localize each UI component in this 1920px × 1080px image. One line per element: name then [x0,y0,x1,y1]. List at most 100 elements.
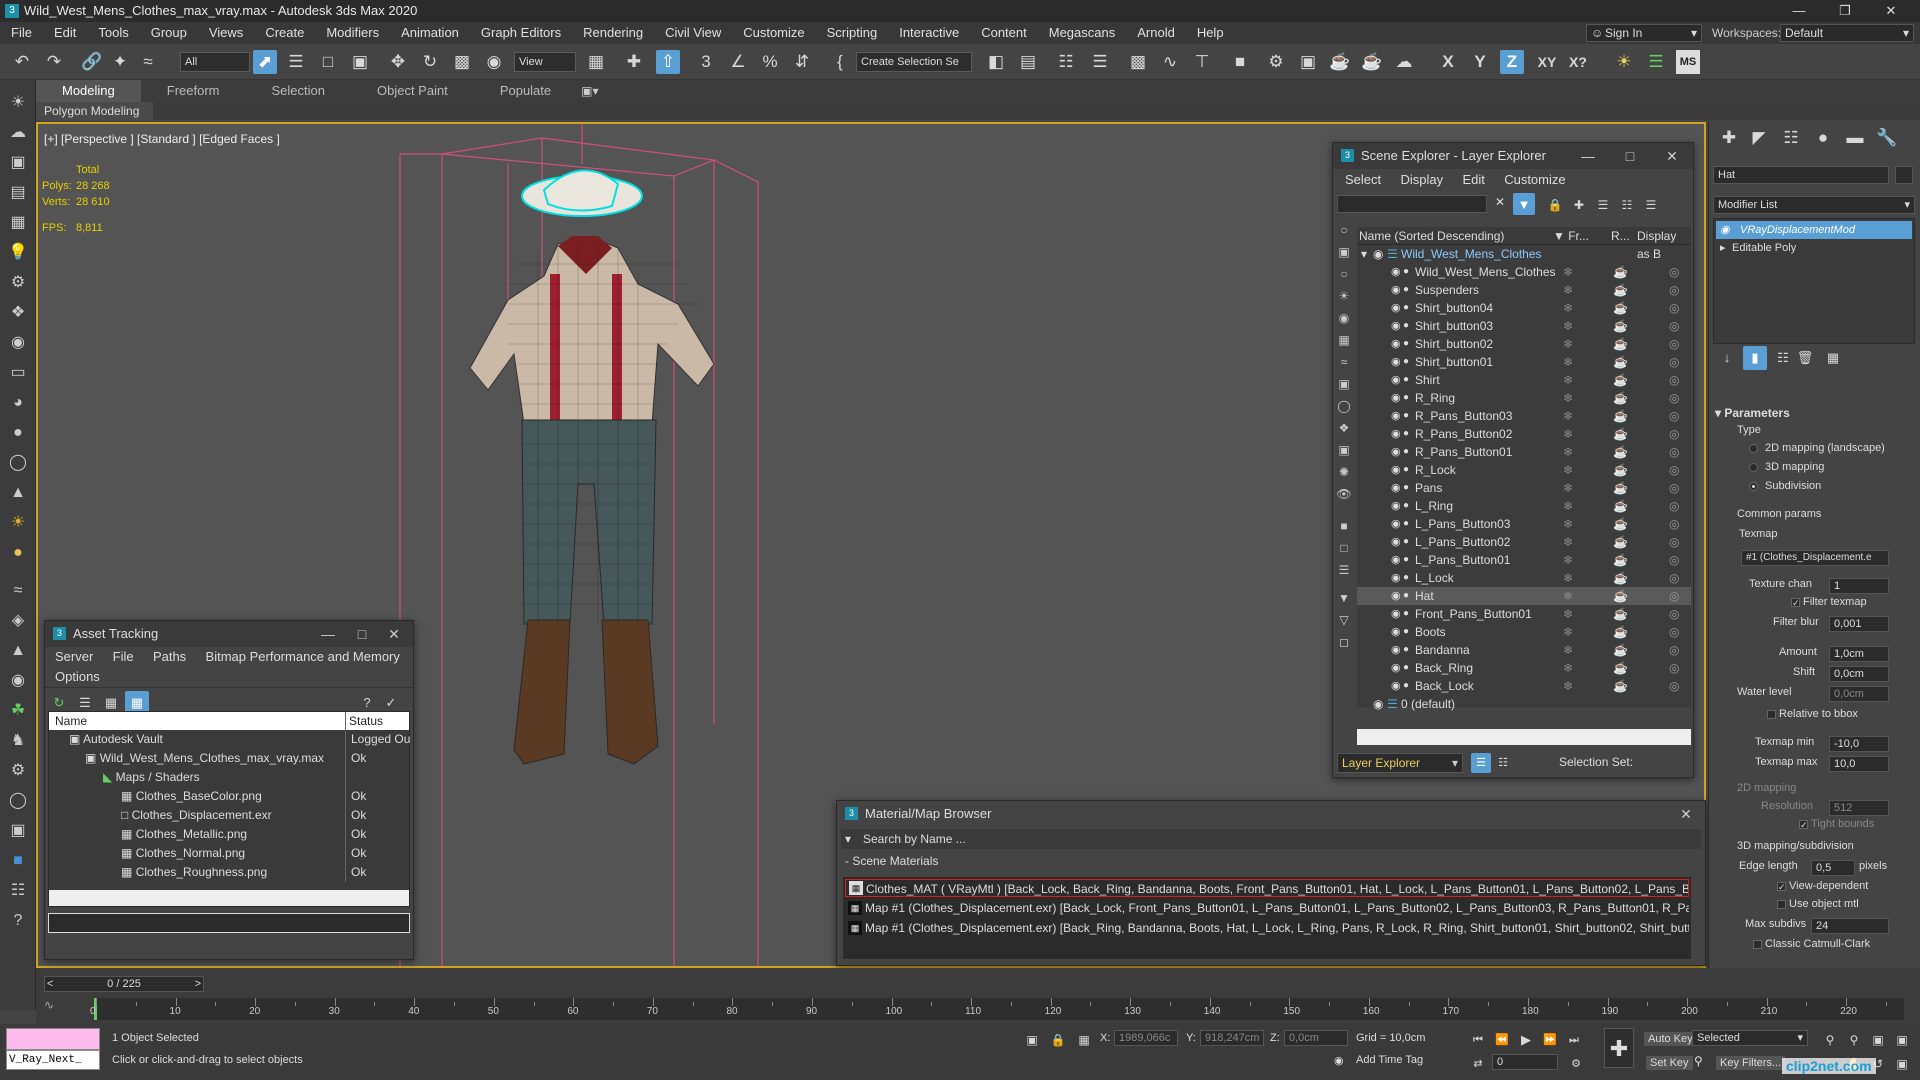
scene-object-row[interactable]: ◉ ● Bandanna ❄ ☕ ◎ [1357,641,1691,659]
close-button[interactable]: ✕ [1657,143,1687,169]
column-render[interactable]: R... [1611,227,1630,245]
scene-object-row[interactable]: ◉ ● Hat ❄ ☕ ◎ [1357,587,1691,605]
freeze-icon[interactable]: ❄ [1563,587,1573,605]
selected-dropdown[interactable]: Selected ▾ [1692,1030,1808,1046]
filter-blur-spinner[interactable]: 0,001 [1829,616,1889,632]
new-layer-icon[interactable]: ✚ [1567,193,1591,217]
renderable-icon[interactable]: ☕ [1613,677,1628,695]
show-end-result-icon[interactable]: ▮ [1743,346,1767,370]
layers-stack-icon[interactable]: ☰ [1639,193,1663,217]
freeze-icon[interactable]: ❄ [1563,551,1573,569]
freeze-icon[interactable]: ❄ [1563,335,1573,353]
shift-spinner[interactable]: 0,0cm [1829,666,1889,682]
visibility-eye-icon[interactable]: ◉ [1391,461,1401,479]
freeze-icon[interactable]: ❄ [1563,569,1573,587]
zoom-extents-icon[interactable]: ▣ [1866,1028,1890,1052]
material-search[interactable]: ▾ Search by Name ... [841,829,1701,849]
display-box-icon[interactable]: ◎ [1669,497,1679,515]
menu-customize[interactable]: Customize [732,22,815,44]
freeze-icon[interactable]: ❄ [1563,281,1573,299]
scene-materials-header[interactable]: - Scene Materials [837,851,1705,871]
xrefs-icon[interactable]: ◯ [1335,395,1353,417]
freeze-icon[interactable]: ❄ [1563,317,1573,335]
display-box-icon[interactable]: ◎ [1669,533,1679,551]
scene-object-row[interactable]: ◉ ● Wild_West_Mens_Clothes ❄ ☕ ◎ [1357,263,1691,281]
scene-object-row[interactable]: ◉ ● Boots ❄ ☕ ◎ [1357,623,1691,641]
renderable-icon[interactable]: ☕ [1613,425,1628,443]
zoom-all-icon[interactable]: ⚲ [1842,1028,1866,1052]
groups-icon[interactable]: ▣ [1335,373,1353,395]
menu-content[interactable]: Content [970,22,1038,44]
align-icon[interactable]: ▤ [1016,50,1040,74]
undo-icon[interactable]: ↶ [10,50,34,74]
display-box-icon[interactable]: ◎ [1669,623,1679,641]
menu-file[interactable]: File [0,22,43,44]
grid-icon[interactable]: ▦ [6,212,30,234]
asset-row[interactable]: □ Clothes_Displacement.exr [121,806,272,824]
view-dependent-checkbox[interactable]: ✓ [1777,882,1786,892]
curve-editor-icon[interactable]: ∿ [1158,50,1182,74]
maxscript-listener-top[interactable] [6,1028,100,1050]
visible-icon[interactable]: 👁 [1335,483,1353,505]
cone-icon[interactable]: ▲ [6,482,30,504]
column-name[interactable]: Name [55,712,87,730]
environment-icon[interactable]: ◯ [6,790,30,812]
minimize-button[interactable]: — [313,621,343,647]
display-box-icon[interactable]: ◎ [1669,389,1679,407]
search-field[interactable] [1337,195,1487,213]
key-mode-icon[interactable]: ⇄ [1466,1052,1490,1076]
horizontal-scrollbar[interactable] [49,890,409,906]
freeze-icon[interactable]: ❄ [1563,425,1573,443]
clear-search-icon[interactable]: ✕ [1495,195,1505,209]
ribbon-options-icon[interactable]: ▣▾ [577,84,598,98]
configure-sets-icon[interactable]: ▦ [1821,346,1845,370]
maxscript-button[interactable]: MS [1676,50,1700,74]
snaps-toggle-icon[interactable]: 3 [694,50,718,74]
tab-freeform[interactable]: Freeform [141,80,246,102]
material-icon[interactable]: ▣ [6,820,30,842]
menu-tools[interactable]: Tools [87,22,139,44]
menu-options[interactable]: Options [47,669,108,684]
minimize-button[interactable]: — [1573,143,1603,169]
visibility-eye-icon[interactable]: ◉ [1391,425,1401,443]
particles-icon[interactable]: ✺ [1335,461,1353,483]
display-box-icon[interactable]: ◎ [1669,605,1679,623]
cylinder-icon[interactable]: ◯ [6,452,30,474]
material-editor-icon[interactable]: ■ [1228,50,1252,74]
tab-object-paint[interactable]: Object Paint [351,80,474,102]
freeze-icon[interactable]: ❄ [1563,641,1573,659]
menu-server[interactable]: Server [47,649,101,664]
list-icon[interactable]: ☰ [1335,559,1353,581]
freeze-icon[interactable]: ❄ [1563,515,1573,533]
close-button[interactable]: ✕ [1868,0,1914,22]
move-icon[interactable]: ✥ [386,50,410,74]
menu-interactive[interactable]: Interactive [888,22,970,44]
freeze-icon[interactable]: ❄ [1563,659,1573,677]
hidden-icon[interactable]: □ [1335,537,1353,559]
texmap-max-spinner[interactable]: 10,0 [1829,756,1889,772]
menu-scripting[interactable]: Scripting [816,22,889,44]
visibility-eye-icon[interactable]: ◉ [1391,515,1401,533]
time-tag-icon[interactable]: ◉ [1334,1054,1344,1067]
visibility-eye-icon[interactable]: ◉ [1391,443,1401,461]
dome-icon[interactable]: ◕ [6,392,30,414]
key-filters-button[interactable]: Key Filters... [1716,1056,1786,1070]
axis-xy-button[interactable]: XY [1532,50,1562,74]
horizontal-scrollbar[interactable] [1357,729,1691,745]
vray-fur-icon[interactable]: ≈ [6,580,30,602]
minimize-button[interactable]: — [1776,0,1822,22]
display-box-icon[interactable]: ◎ [1669,353,1679,371]
lights-icon[interactable]: ☀ [1335,285,1353,307]
next-key-icon[interactable]: ⏩ [1538,1028,1562,1052]
visibility-eye-icon[interactable]: ◉ [1391,569,1401,587]
rendered-frame-window-icon[interactable]: ▣ [1296,50,1320,74]
scene-object-row[interactable]: ◉ ● R_Pans_Button03 ❄ ☕ ◎ [1357,407,1691,425]
scripts-icon[interactable]: ☷ [6,880,30,902]
column-name[interactable]: Name (Sorted Descending) [1359,227,1504,245]
window-crossing-icon[interactable]: ▣ [348,50,372,74]
help-icon[interactable]: ? [6,910,30,932]
freeze-icon[interactable]: ❄ [1563,443,1573,461]
texmap-button[interactable]: #1 (Clothes_Displacement.e [1741,550,1889,566]
filter-all-icon[interactable]: ▼ [1335,587,1353,609]
modifier-list-dropdown[interactable]: Modifier List ▾ [1713,196,1915,214]
